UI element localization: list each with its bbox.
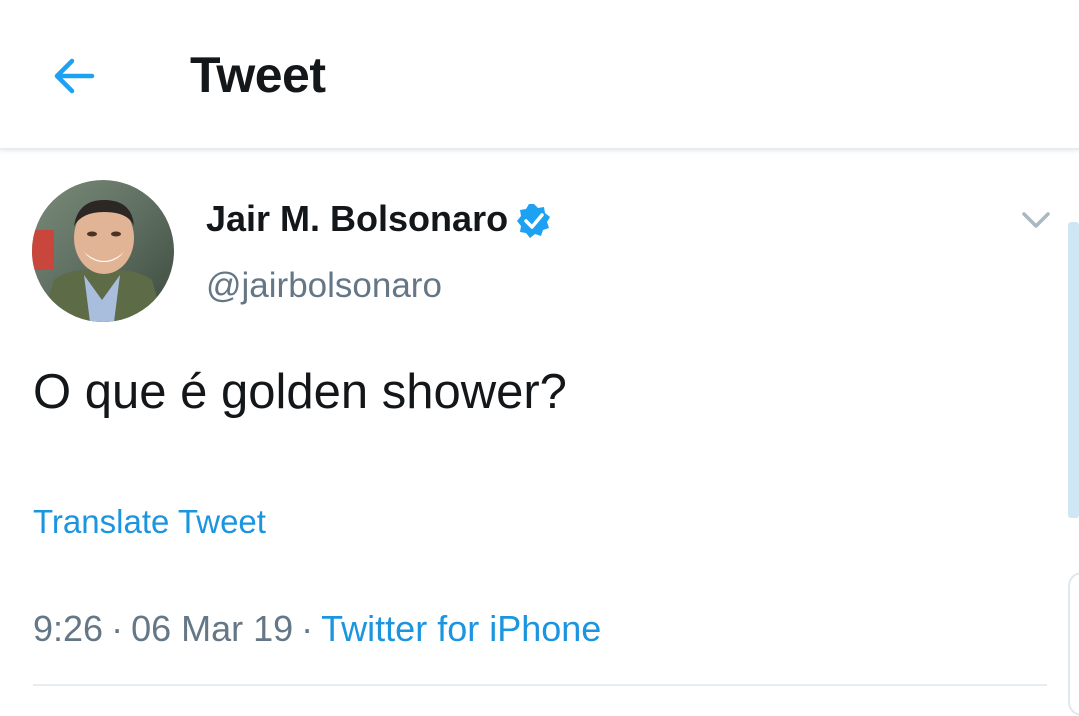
tweet-metadata: 9:26 · 06 Mar 19 · Twitter for iPhone <box>33 608 601 650</box>
tweet-time: 9:26 <box>33 608 104 649</box>
translate-tweet-link[interactable]: Translate Tweet <box>33 503 266 541</box>
separator: · <box>301 608 314 649</box>
arrow-left-icon <box>54 58 95 94</box>
tweet-source-link[interactable]: Twitter for iPhone <box>321 608 601 649</box>
divider <box>33 684 1047 686</box>
tweet-menu-button[interactable] <box>1016 200 1056 240</box>
author-handle[interactable]: @jairbolsonaro <box>206 266 442 306</box>
tweet-text: O que é golden shower? <box>33 365 567 419</box>
separator: · <box>111 608 124 649</box>
verified-badge-icon <box>515 202 553 240</box>
tweet-date: 06 Mar 19 <box>131 608 294 649</box>
scrollbar[interactable] <box>1068 222 1079 518</box>
page-title: Tweet <box>190 47 326 103</box>
author-display-name[interactable]: Jair M. Bolsonaro <box>206 198 508 240</box>
profile-photo <box>32 180 174 322</box>
overlay-card-edge <box>1068 572 1079 716</box>
back-button[interactable] <box>48 50 100 102</box>
avatar[interactable] <box>32 180 174 322</box>
top-app-bar: Tweet <box>0 0 1079 150</box>
chevron-down-icon <box>1022 212 1050 228</box>
